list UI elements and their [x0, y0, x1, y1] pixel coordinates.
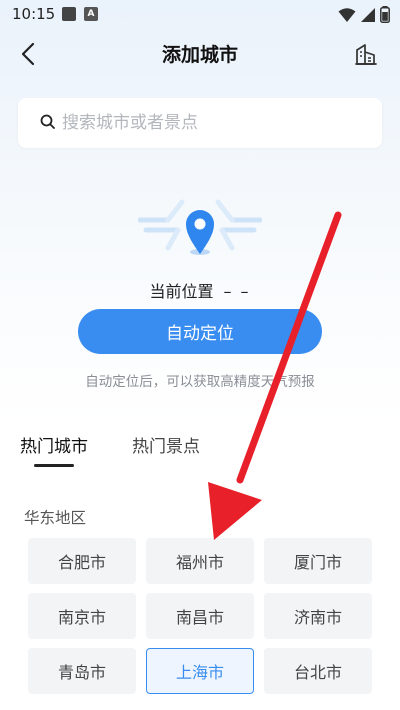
search-box[interactable] — [18, 98, 382, 148]
city-chip[interactable]: 南京市 — [28, 593, 136, 639]
buildings-icon — [355, 44, 377, 65]
wifi-icon — [338, 7, 356, 22]
region-label: 华东地区 — [24, 509, 87, 527]
current-location: 当前位置 – – — [0, 278, 400, 302]
tab-hot-cities[interactable]: 热门城市 — [20, 432, 88, 457]
page-title: 添加城市 — [161, 44, 238, 66]
notification-icon — [62, 7, 76, 21]
city-chip[interactable]: 南昌市 — [146, 593, 254, 639]
status-icons — [338, 6, 390, 23]
signal-icon — [361, 7, 375, 22]
status-time: 10:15 — [12, 5, 56, 23]
city-chip[interactable]: 合肥市 — [28, 538, 136, 584]
battery-icon — [380, 6, 390, 23]
city-chip[interactable]: 厦门市 — [264, 538, 372, 584]
auto-locate-button[interactable]: 自动定位 — [78, 309, 322, 354]
location-pin-icon — [138, 199, 262, 255]
city-chip[interactable]: 济南市 — [264, 593, 372, 639]
tab-hot-spots[interactable]: 热门景点 — [132, 432, 200, 457]
city-chip[interactable]: 台北市 — [264, 648, 372, 694]
current-location-value: – – — [223, 282, 251, 301]
tab-active-indicator — [34, 464, 74, 467]
city-chip[interactable]: 青岛市 — [28, 648, 136, 694]
app-notification-icon: A — [84, 7, 98, 21]
status-bar: 10:15 A — [0, 0, 400, 30]
search-input[interactable] — [62, 98, 362, 148]
city-chip-selected[interactable]: 上海市 — [146, 648, 254, 694]
city-manage-button[interactable] — [350, 38, 382, 70]
search-icon — [40, 114, 55, 129]
auto-locate-hint: 自动定位后，可以获取高精度天气预报 — [85, 374, 315, 390]
current-location-label: 当前位置 — [149, 282, 214, 301]
city-chip[interactable]: 福州市 — [146, 538, 254, 584]
app-header: 添加城市 — [0, 30, 400, 78]
